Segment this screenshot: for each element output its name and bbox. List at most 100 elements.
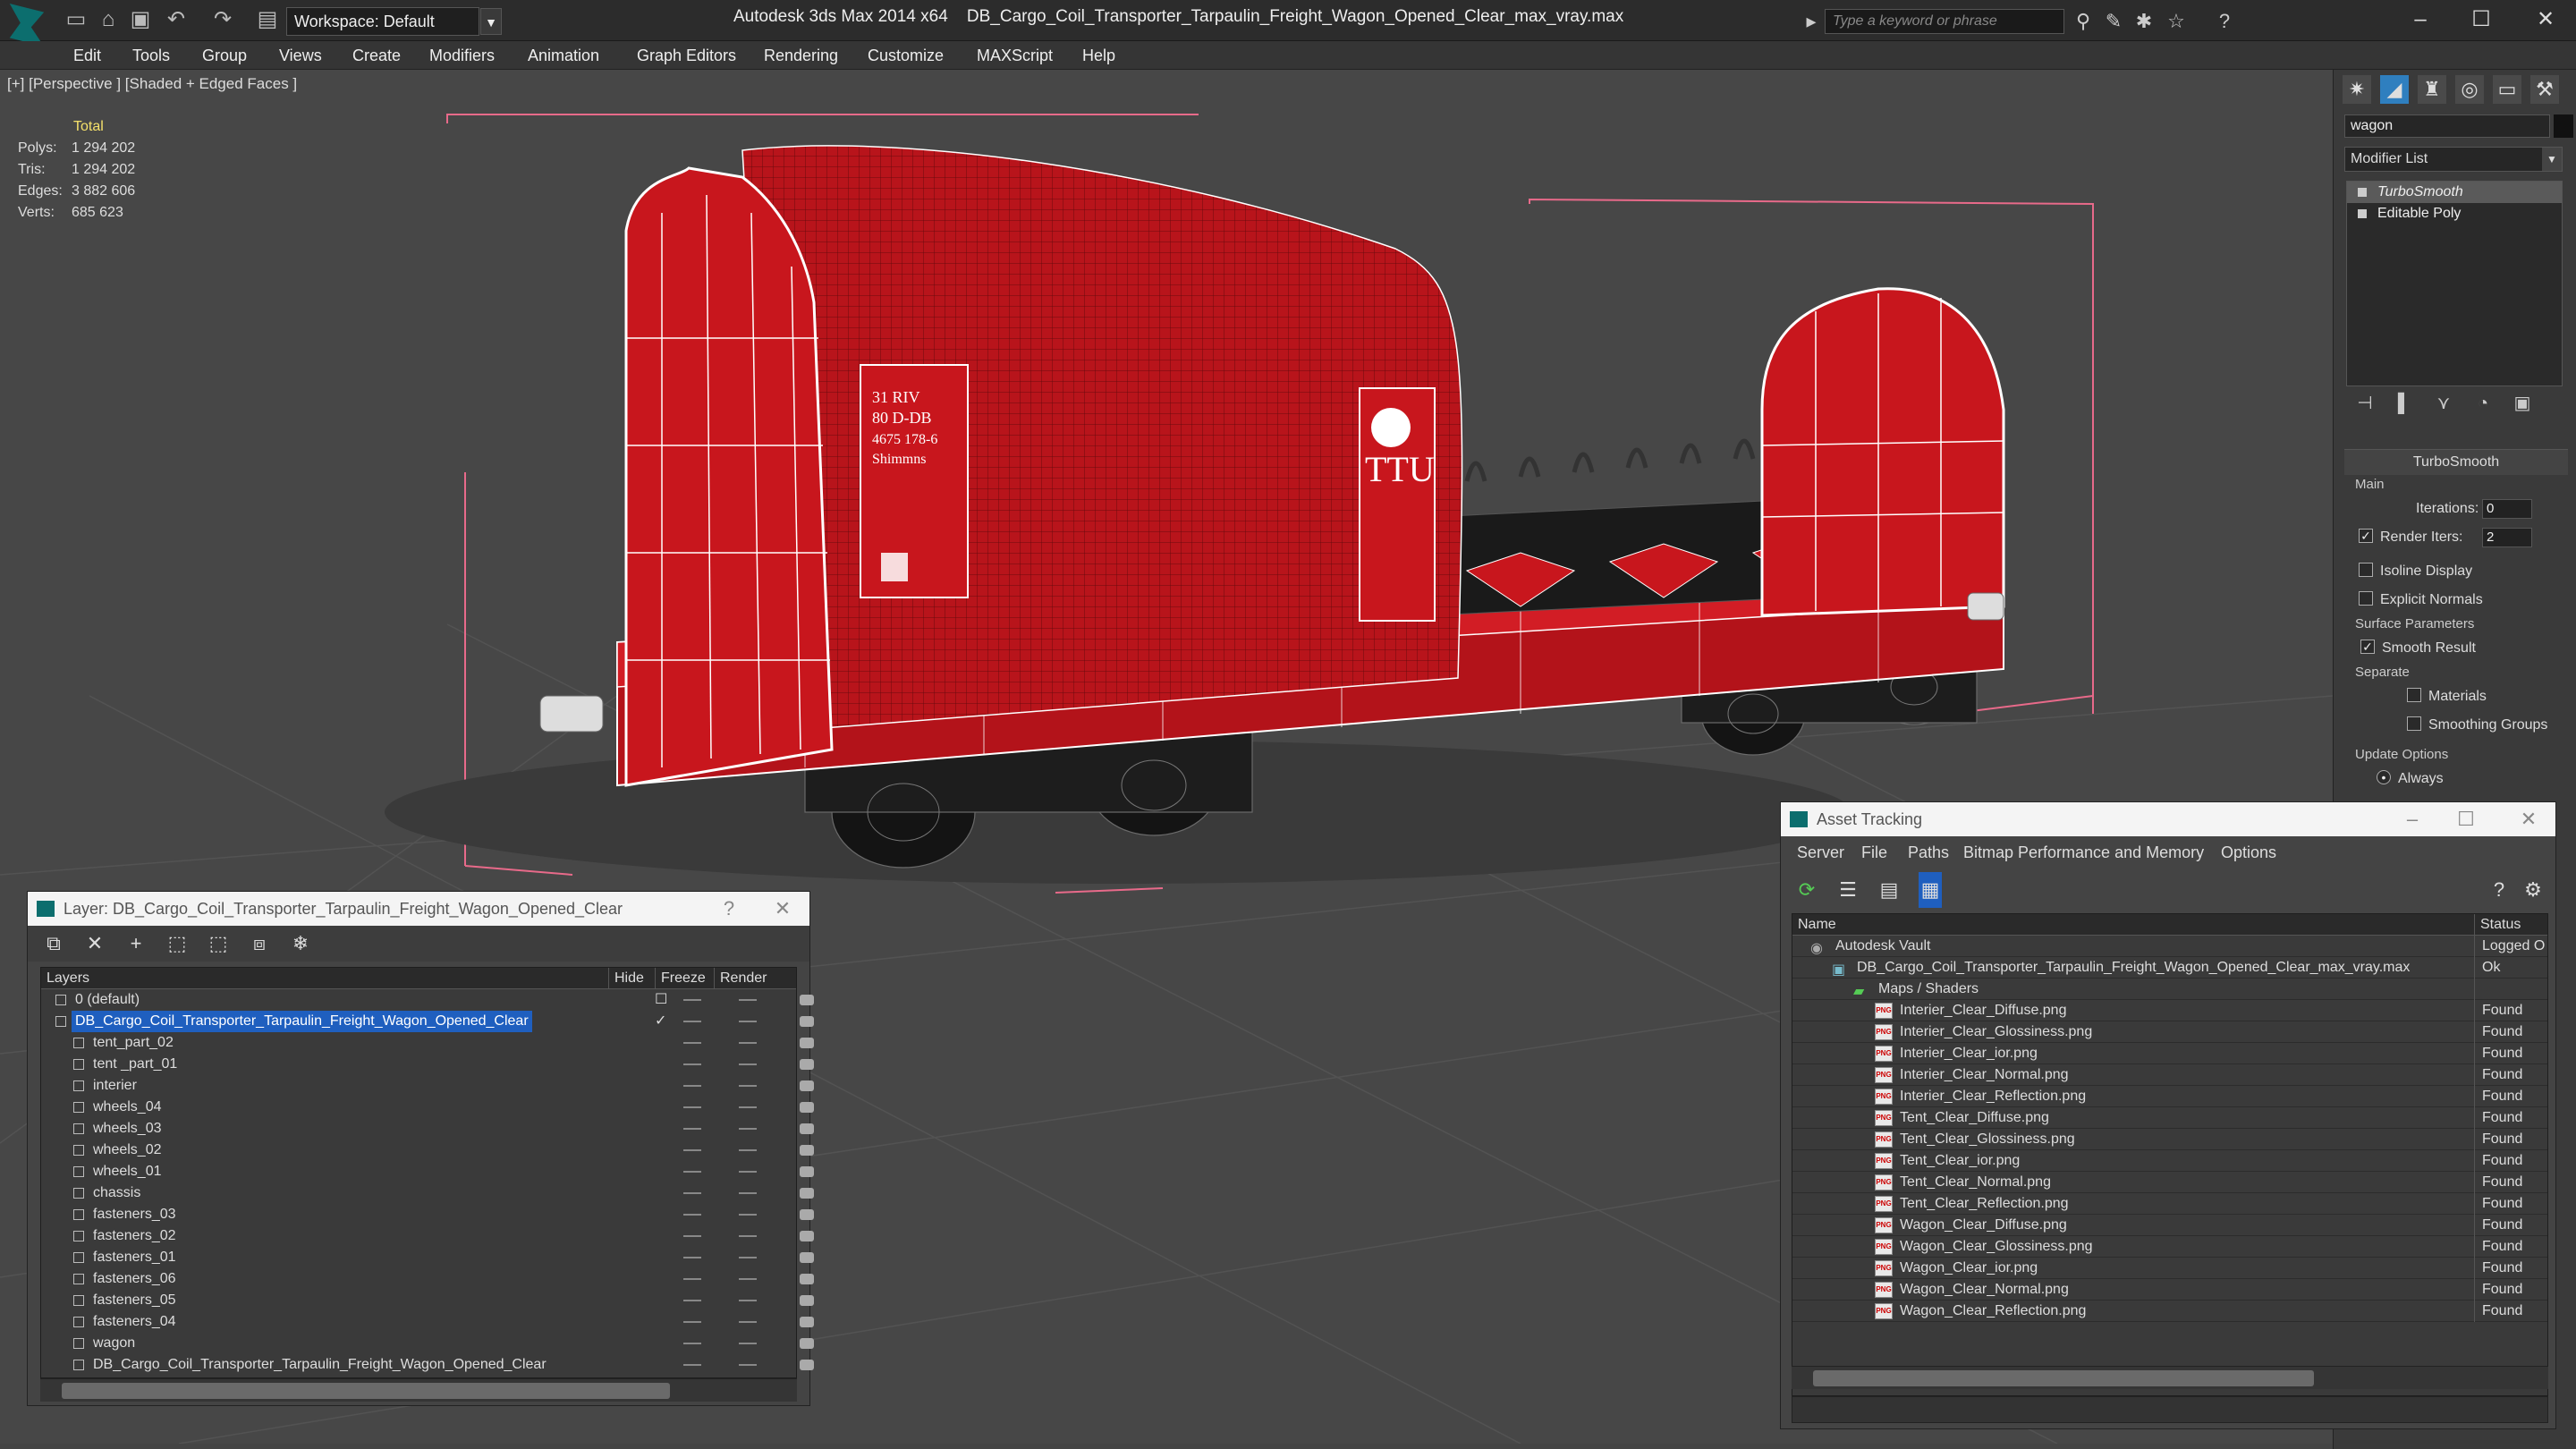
toggle-dash-icon[interactable] [739,1063,757,1065]
asset-row[interactable]: PNG Interier_Clear_Glossiness.png Found [1792,1021,2547,1043]
smooth-result-checkbox[interactable]: ✓ [2360,639,2375,654]
table-view-icon[interactable]: ▦ [1919,872,1942,908]
minimize-icon[interactable]: – [2394,802,2430,836]
remove-modifier-icon[interactable]: ◔ [2471,392,2495,415]
column-hide[interactable]: Hide [608,968,655,989]
undo-icon[interactable]: ↶ [165,9,188,30]
menu-create[interactable]: Create [352,47,401,65]
modifier-list-dropdown[interactable]: Modifier List ▼ [2344,147,2563,172]
asset-row[interactable]: PNG Interier_Clear_ior.png Found [1792,1043,2547,1064]
search-expand-icon[interactable]: ▸ [1800,11,1823,32]
layer-row[interactable]: tent _part_01 [41,1054,814,1075]
menu-modifiers[interactable]: Modifiers [429,47,495,65]
toggle-dash-icon[interactable] [683,1063,701,1065]
toggle-dash-icon[interactable] [683,1343,701,1344]
refresh-icon[interactable]: ⟳ [1795,872,1818,908]
asset-row[interactable]: PNG Tent_Clear_ior.png Found [1792,1150,2547,1172]
add-to-layer-icon[interactable]: + [124,926,148,962]
column-freeze[interactable]: Freeze [655,968,714,989]
layer-row[interactable]: 0 (default) ☐ [41,989,814,1011]
toggle-dash-icon[interactable] [683,1321,701,1323]
layer-row[interactable]: DB_Cargo_Coil_Transporter_Tarpaulin_Frei… [41,1354,814,1376]
menu-rendering[interactable]: Rendering [764,47,838,65]
render-iters-spinner[interactable]: 2 [2482,528,2532,547]
configure-sets-icon[interactable]: ▣ [2511,392,2534,415]
chevron-down-icon[interactable]: ▼ [2542,148,2562,171]
asset-row[interactable]: PNG Tent_Clear_Glossiness.png Found [1792,1129,2547,1150]
render-teapot-icon[interactable] [800,1188,814,1199]
show-end-result-icon[interactable]: ▌ [2393,392,2416,415]
layer-row[interactable]: wagon [41,1333,814,1354]
asset-row[interactable]: PNG Wagon_Clear_Normal.png Found [1792,1279,2547,1301]
isoline-checkbox[interactable] [2359,562,2373,577]
redo-icon[interactable]: ↷ [211,9,234,30]
detail-view-icon[interactable]: ▤ [1877,872,1901,908]
display-tab-icon[interactable]: ▭ [2493,75,2521,104]
layer-row[interactable]: tent_part_02 [41,1032,814,1054]
toggle-dash-icon[interactable] [683,1171,701,1173]
toggle-dash-icon[interactable] [683,1042,701,1044]
scroll-thumb[interactable] [1813,1370,2314,1386]
asset-row[interactable]: PNG Wagon_Clear_ior.png Found [1792,1258,2547,1279]
save-icon[interactable]: ▣ [129,9,152,30]
toggle-dash-icon[interactable] [683,1149,701,1151]
asset-row[interactable]: ◉ Autodesk Vault Logged O [1792,936,2547,957]
asset-window-title-bar[interactable]: Asset Tracking – ☐ ✕ [1781,802,2555,836]
toggle-dash-icon[interactable] [683,1300,701,1301]
explicit-normals-checkbox[interactable] [2359,590,2373,606]
render-teapot-icon[interactable] [800,1209,814,1220]
toggle-dash-icon[interactable] [683,1085,701,1087]
render-teapot-icon[interactable] [800,1145,814,1156]
toggle-dash-icon[interactable] [739,1235,757,1237]
menu-help[interactable]: Help [1082,47,1115,65]
pin-stack-icon[interactable]: ⊣ [2353,392,2377,415]
layer-row[interactable]: fasteners_05 [41,1290,814,1311]
layer-row[interactable]: fasteners_02 [41,1225,814,1247]
utilities-tab-icon[interactable]: ⚒ [2530,75,2559,104]
layer-row[interactable]: fasteners_03 [41,1204,814,1225]
toggle-dash-icon[interactable] [739,1085,757,1087]
iterations-spinner[interactable]: 0 [2482,499,2532,519]
smoothing-groups-checkbox[interactable] [2407,716,2421,731]
toggle-dash-icon[interactable] [739,1343,757,1344]
toggle-dash-icon[interactable] [683,1364,701,1366]
column-status[interactable]: Status [2474,914,2549,936]
render-teapot-icon[interactable] [800,1166,814,1177]
layer-row[interactable]: wheels_02 [41,1140,814,1161]
column-layers[interactable]: Layers [41,968,89,989]
render-teapot-icon[interactable] [800,1123,814,1134]
toggle-dash-icon[interactable] [739,1364,757,1366]
column-render[interactable]: Render [714,968,773,989]
toggle-dash-icon[interactable] [739,1149,757,1151]
close-icon[interactable]: ✕ [765,892,801,926]
render-teapot-icon[interactable] [800,1059,814,1070]
create-layer-icon[interactable]: ⧉ [42,926,65,962]
render-teapot-icon[interactable] [800,1252,814,1263]
render-teapot-icon[interactable] [800,1274,814,1284]
asset-row[interactable]: PNG Tent_Clear_Diffuse.png Found [1792,1107,2547,1129]
asset-row[interactable]: PNG Wagon_Clear_Reflection.png Found [1792,1301,2547,1322]
layer-row[interactable]: fasteners_06 [41,1268,814,1290]
toggle-dash-icon[interactable] [739,1171,757,1173]
new-file-icon[interactable]: ▭ [64,9,88,30]
scroll-thumb[interactable] [62,1383,670,1399]
layer-row[interactable]: fasteners_01 [41,1247,814,1268]
motion-tab-icon[interactable]: ◎ [2455,75,2484,104]
minimize-icon[interactable]: – [2402,4,2438,36]
layer-row[interactable]: wheels_01 [41,1161,814,1182]
menu-views[interactable]: Views [279,47,322,65]
toggle-dash-icon[interactable] [739,1106,757,1108]
stack-item-turbosmooth[interactable]: TurboSmooth [2347,182,2562,203]
layer-row[interactable]: chassis [41,1182,814,1204]
object-color-swatch[interactable] [2554,114,2573,138]
asset-row[interactable]: PNG Interier_Clear_Reflection.png Found [1792,1086,2547,1107]
asset-menu-server[interactable]: Server [1797,843,1844,862]
rollout-header[interactable]: TurboSmooth [2344,450,2568,475]
toggle-dash-icon[interactable] [739,999,757,1001]
project-folder-icon[interactable]: ▤ [256,9,279,30]
make-unique-icon[interactable]: ⋎ [2432,392,2455,415]
toggle-dash-icon[interactable] [739,1278,757,1280]
asset-row[interactable]: ▰ Maps / Shaders [1792,979,2547,1000]
toggle-dash-icon[interactable] [739,1321,757,1323]
render-teapot-icon[interactable] [800,1102,814,1113]
